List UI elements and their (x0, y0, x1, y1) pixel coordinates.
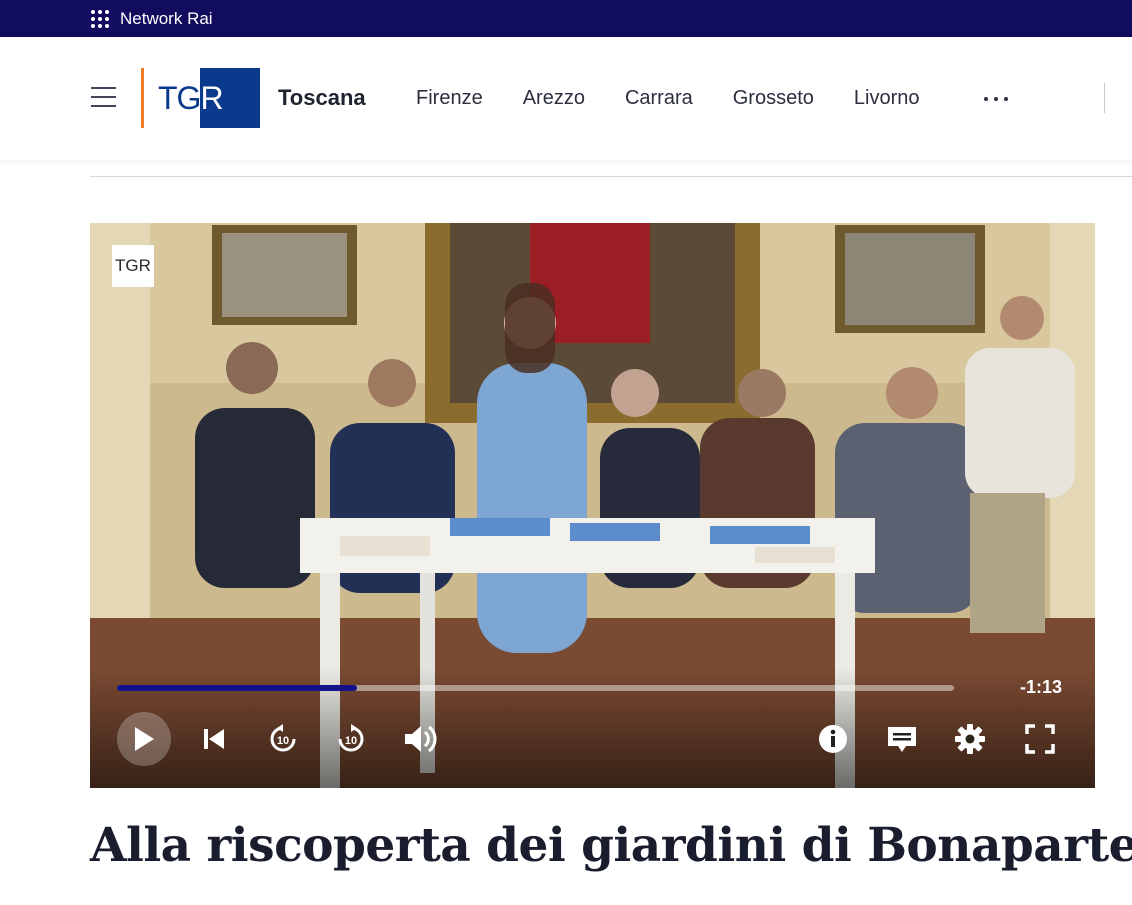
nav-item-arezzo[interactable]: Arezzo (523, 87, 585, 110)
nav-item-firenze[interactable]: Firenze (416, 87, 483, 110)
rewind-10-button[interactable]: 10 (256, 712, 310, 766)
grid-dots-icon (91, 9, 109, 28)
info-icon (819, 725, 847, 753)
tgr-watermark: TGR (112, 245, 154, 287)
city-nav: Firenze Arezzo Carrara Grosseto Livorno (416, 87, 960, 110)
settings-button[interactable] (943, 712, 997, 766)
subtitles-icon (888, 727, 916, 752)
progress-played (117, 685, 358, 691)
network-rai-link[interactable]: Network Rai (91, 9, 213, 29)
tgr-logo[interactable]: TGR (141, 68, 260, 128)
forward-10-button[interactable]: 10 (324, 712, 378, 766)
skip-back-button[interactable] (187, 712, 241, 766)
svg-text:10: 10 (277, 735, 289, 747)
nav-item-carrara[interactable]: Carrara (625, 87, 693, 110)
article-title: Alla riscoperta dei giardini di Bonapart… (90, 818, 1132, 873)
volume-button[interactable] (393, 712, 447, 766)
network-rai-label: Network Rai (120, 8, 213, 28)
volume-icon (405, 725, 437, 753)
fullscreen-button[interactable] (1013, 712, 1067, 766)
network-bar: Network Rai (0, 0, 1132, 37)
section-divider (90, 176, 1132, 177)
rewind-10-icon: 10 (270, 724, 296, 752)
fullscreen-icon (1025, 724, 1055, 754)
forward-10-icon: 10 (338, 724, 364, 752)
skip-back-icon (204, 729, 224, 749)
progress-bar[interactable] (117, 685, 954, 691)
video-player[interactable]: TGR -1:13 10 10 (90, 223, 1095, 788)
site-header: TGR Toscana Firenze Arezzo Carrara Gross… (0, 37, 1132, 160)
nav-item-grosseto[interactable]: Grosseto (733, 87, 814, 110)
region-link[interactable]: Toscana (278, 85, 366, 111)
play-button[interactable] (117, 712, 171, 766)
info-button[interactable] (806, 712, 860, 766)
header-divider (1104, 83, 1105, 113)
menu-icon[interactable] (91, 86, 116, 108)
more-dots-icon[interactable] (984, 97, 1014, 101)
svg-text:10: 10 (345, 735, 357, 747)
play-icon (135, 727, 154, 751)
remaining-time: -1:13 (1020, 677, 1063, 697)
settings-icon (955, 724, 985, 754)
nav-item-livorno[interactable]: Livorno (854, 87, 920, 110)
subtitles-button[interactable] (875, 712, 929, 766)
